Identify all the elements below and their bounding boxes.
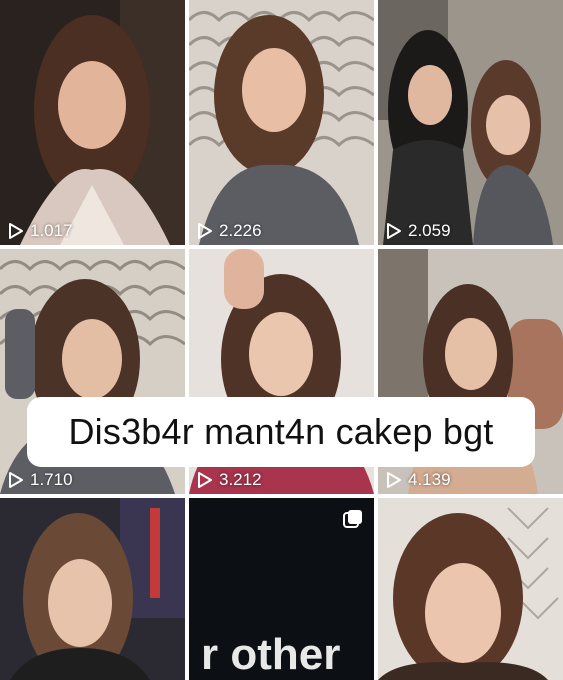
view-count: 2.226 [197, 221, 262, 241]
view-count-label: 3.212 [219, 470, 262, 489]
thumbnail-image [378, 498, 563, 680]
video-grid: 1.017 2.226 2.059 1.710 3.212 4.139 r ot… [0, 0, 563, 680]
view-count: 4.139 [386, 470, 451, 490]
view-count-label: 1.017 [30, 221, 73, 240]
video-thumbnail-2[interactable]: 2.226 [189, 0, 374, 245]
play-icon [387, 223, 401, 239]
video-thumbnail-8[interactable]: r other [189, 498, 374, 680]
play-icon [198, 472, 212, 488]
view-count-label: 1.710 [30, 470, 73, 489]
view-count: 2.059 [386, 221, 451, 241]
play-icon [9, 472, 23, 488]
view-count: 3.212 [197, 470, 262, 490]
caption-banner: Dis3b4r mant4n cakep bgt [27, 397, 535, 467]
thumbnail-image [0, 0, 185, 245]
thumbnail-image [378, 0, 563, 245]
view-count: 1.017 [8, 221, 73, 241]
view-count: 1.710 [8, 470, 73, 490]
view-count-label: 4.139 [408, 470, 451, 489]
video-thumbnail-7[interactable] [0, 498, 185, 680]
view-count-label: 2.226 [219, 221, 262, 240]
video-overlay-text: r other [201, 630, 341, 679]
video-thumbnail-1[interactable]: 1.017 [0, 0, 185, 245]
video-thumbnail-3[interactable]: 2.059 [378, 0, 563, 245]
multiple-posts-icon [343, 510, 362, 528]
play-icon [198, 223, 212, 239]
thumbnail-image [0, 498, 185, 680]
play-icon [9, 223, 23, 239]
view-count-label: 2.059 [408, 221, 451, 240]
play-icon [387, 472, 401, 488]
video-thumbnail-9[interactable] [378, 498, 563, 680]
thumbnail-image [189, 0, 374, 245]
